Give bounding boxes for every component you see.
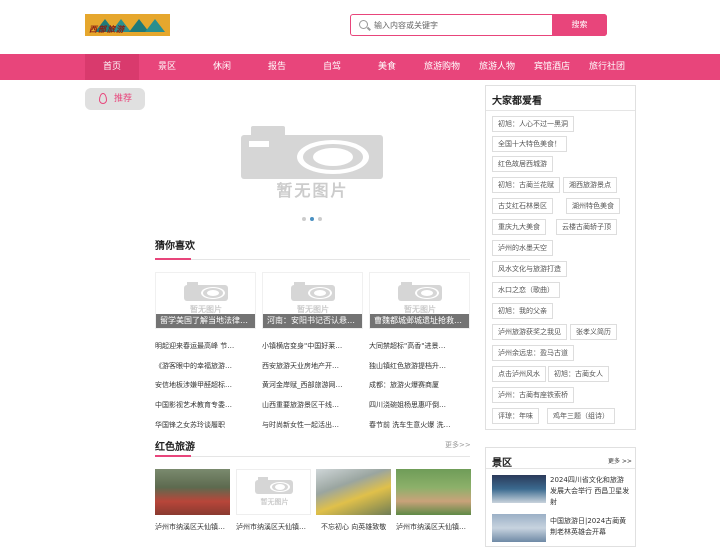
slider-dot-active[interactable]	[310, 217, 314, 221]
guess-list-item[interactable]: 安信地板涉嫌甲醛超标…	[155, 380, 253, 390]
popular-tag[interactable]: 初旭：我的父亲	[492, 303, 553, 319]
popular-tag[interactable]: 评琼：年味	[492, 408, 539, 424]
red-section-title: 红色旅游	[155, 442, 195, 453]
popular-tag[interactable]: 鸡年三题（组诗）	[547, 408, 615, 424]
scenic-item-2[interactable]: 中国旅游日|2024古蔺黄荆老林英雄会开幕	[550, 516, 630, 538]
nav-item-4[interactable]: 自驾	[305, 54, 359, 80]
search-bar: 搜索	[350, 14, 607, 36]
guess-list-item[interactable]: 明起迎来春运最高峰 节…	[155, 341, 253, 351]
popular-tag[interactable]: 风水文化与旅游打造	[492, 261, 567, 277]
popular-tag[interactable]: 湘西旅游景点	[563, 177, 617, 193]
guess-list-item[interactable]: 成都：旅游火爆赛商厦	[369, 380, 467, 390]
popular-tag[interactable]: 泸州的水墨天空	[492, 240, 553, 256]
popular-tag[interactable]: 古艾红石林景区	[492, 198, 553, 214]
red-item-caption[interactable]: 泸州市纳溪区天仙镇…	[155, 522, 231, 532]
nav-item-0[interactable]: 首页	[85, 54, 139, 80]
red-more-link[interactable]: 更多>>	[445, 440, 471, 450]
popular-tag[interactable]: 重庆九大美食	[492, 219, 546, 235]
flame-icon	[99, 93, 107, 104]
red-item-caption[interactable]: 不忘初心 向英雄致敬	[321, 522, 397, 532]
slider-dot[interactable]	[318, 217, 322, 221]
nav-item-7[interactable]: 旅游人物	[470, 54, 524, 80]
camera-icon	[241, 126, 383, 179]
popular-tag[interactable]: 水口之恋（歌曲）	[492, 282, 560, 298]
red-photo-2[interactable]: 暂无图片	[236, 469, 311, 515]
camera-icon	[184, 282, 228, 301]
nav-item-8[interactable]: 宾馆酒店	[525, 54, 579, 80]
recommend-tab[interactable]: 推荐	[85, 88, 145, 110]
guess-card[interactable]: 暂无图片 河南：安阳书记否认悬…	[262, 272, 363, 329]
popular-title: 大家都爱看	[492, 96, 542, 107]
guess-card[interactable]: 暂无图片 留学美国了解当地法律…	[155, 272, 256, 329]
popular-tag[interactable]: 全国十大特色美食！	[492, 136, 567, 152]
popular-tag[interactable]: 初旭：古蔺兰花赋	[492, 177, 560, 193]
nav-item-2[interactable]: 休闲	[195, 54, 249, 80]
scenic-more-link[interactable]: 更多 >>	[608, 456, 632, 465]
popular-tag[interactable]: 点击泸州风水	[492, 366, 546, 382]
popular-tag[interactable]: 湖州特色美食	[566, 198, 620, 214]
red-photo-3[interactable]	[316, 469, 391, 515]
logo-text: 西部旅游	[89, 25, 125, 34]
camera-icon	[398, 282, 442, 301]
nav-item-9[interactable]: 旅行社团	[580, 54, 634, 80]
scenic-photo-2[interactable]	[492, 514, 546, 542]
guess-list-item[interactable]: 西安旅游天业房地产开…	[262, 361, 360, 371]
guess-section-title: 猜你喜欢	[155, 241, 195, 252]
popular-tag[interactable]: 张孝义简历	[570, 324, 617, 340]
guess-card[interactable]: 暂无图片 曹魏都城邺城遗址抢救…	[369, 272, 470, 329]
red-item-caption[interactable]: 泸州市纳溪区天仙镇…	[396, 522, 472, 532]
popular-tag[interactable]: 泸州余远忠：盈马古道	[492, 345, 574, 361]
red-item-caption[interactable]: 泸州市纳溪区天仙镇…	[236, 522, 312, 532]
guess-list-item[interactable]: 小镇横店变身"中国好莱…	[262, 341, 360, 351]
site-logo[interactable]: 西部旅游	[85, 14, 170, 36]
guess-list-item[interactable]: 大同禁超标"高香"进景…	[369, 341, 467, 351]
recommend-tab-label: 推荐	[114, 94, 133, 104]
guess-list-item[interactable]: 中国影视艺术教育专委…	[155, 400, 253, 410]
scenic-panel: 景区 更多 >> 2024四川省文化和旅游发展大会举行 西昌卫星发射 中国旅游日…	[485, 447, 636, 547]
guess-card-caption: 曹魏都城邺城遗址抢救…	[370, 314, 469, 328]
popular-panel: 大家都爱看 初旭：人心不过一黑洞 全国十大特色美食！ 红色故居西城游 初旭：古蔺兰花赋…	[485, 85, 636, 430]
nav-item-1[interactable]: 景区	[140, 54, 194, 80]
search-icon	[359, 20, 368, 29]
slider-dot[interactable]	[302, 217, 306, 221]
popular-tag[interactable]: 云楼古蔺轿子顶	[556, 219, 617, 235]
guess-list-item[interactable]: 《游客眼中的幸福旅游…	[155, 361, 253, 371]
guess-list-item[interactable]: 四川浇碗姐杨思惠吓倒…	[369, 400, 467, 410]
red-photo-1[interactable]	[155, 469, 230, 515]
nav-item-5[interactable]: 美食	[360, 54, 414, 80]
nav-item-3[interactable]: 报告	[250, 54, 304, 80]
no-image-text: 暂无图片	[276, 181, 349, 200]
banner-slider[interactable]: 暂无图片	[155, 115, 470, 210]
guess-list-item[interactable]: 独山镇红色旅游提档升…	[369, 361, 467, 371]
popular-tag[interactable]: 泸州旅游获奖之我见	[492, 324, 567, 340]
popular-tag[interactable]: 泸州：古蔺有座铁索桥	[492, 387, 574, 403]
search-input[interactable]	[374, 17, 554, 33]
scenic-photo-1[interactable]	[492, 475, 546, 503]
popular-tag[interactable]: 初旭：人心不过一黑洞	[492, 116, 574, 132]
camera-icon	[291, 282, 335, 301]
guess-list-item[interactable]: 山西重要旅游景区干线…	[262, 400, 360, 410]
guess-card-caption: 河南：安阳书记否认悬…	[263, 314, 362, 328]
popular-tag[interactable]: 红色故居西城游	[492, 156, 553, 172]
red-photo-4[interactable]	[396, 469, 471, 515]
nav-item-6[interactable]: 旅游购物	[415, 54, 469, 80]
scenic-title: 景区	[492, 458, 512, 469]
scenic-item-1[interactable]: 2024四川省文化和旅游发展大会举行 西昌卫星发射	[550, 475, 630, 508]
search-button[interactable]: 搜索	[552, 14, 607, 36]
main-nav: 首页 景区 休闲 报告 自驾 美食 旅游购物 旅游人物 宾馆酒店 旅行社团	[0, 54, 720, 80]
guess-list-item[interactable]: 春节前 洗车生意火爆 洗…	[369, 420, 467, 430]
guess-list-item[interactable]: 华国锋之女苏玲谈履职	[155, 420, 253, 430]
guess-list-item[interactable]: 黄河金岸赋_西部旅游网…	[262, 380, 360, 390]
popular-tag[interactable]: 初旭：古蔺女人	[548, 366, 609, 382]
guess-card-caption: 留学美国了解当地法律…	[156, 314, 255, 328]
guess-list-item[interactable]: 与时尚新女性一起活出…	[262, 420, 360, 430]
